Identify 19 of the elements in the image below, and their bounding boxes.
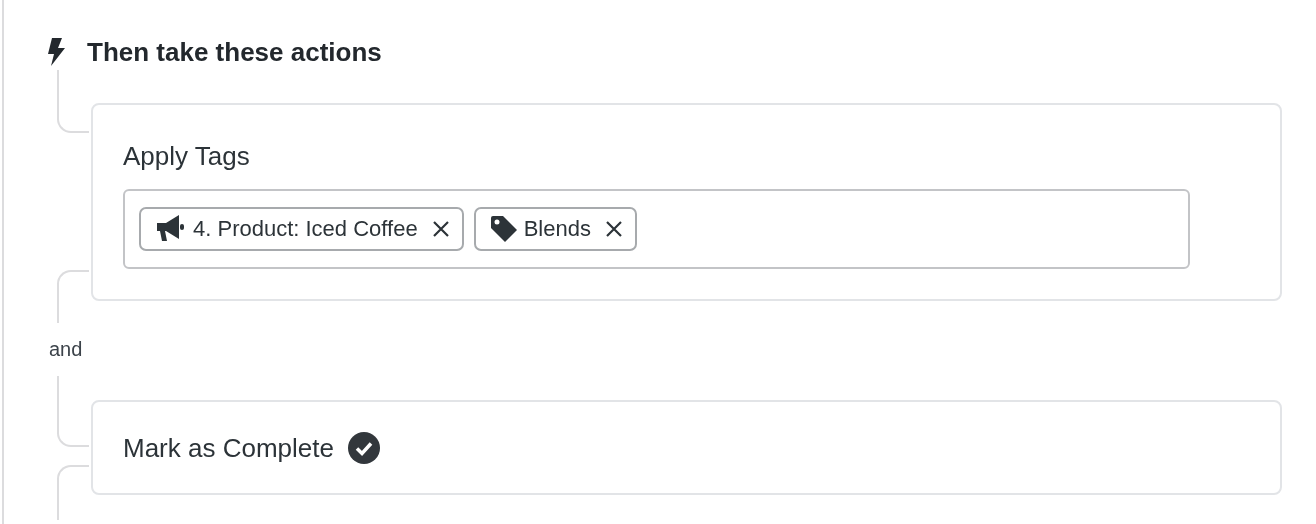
tag-label: 4. Product: Iced Coffee [193,216,418,242]
action-title: Mark as Complete [123,432,334,463]
joiner-label: and [49,338,83,361]
connector-line [57,376,89,447]
section-heading: Then take these actions [87,36,382,68]
megaphone-icon [155,214,187,244]
check-circle-icon [347,431,380,464]
connector-line [57,465,89,520]
close-icon [604,220,623,238]
remove-button[interactable] [604,220,623,238]
remove-button[interactable] [431,220,450,238]
tag-label: Blends [523,216,591,242]
tags-field[interactable]: 4. Product: Iced Coffee Blends [123,189,1190,269]
connector-line [57,70,89,133]
lightning-icon [47,38,65,66]
tag-icon [489,215,518,243]
close-icon [431,220,450,238]
action-title: Apply Tags [123,141,251,171]
connector-line [57,270,89,323]
